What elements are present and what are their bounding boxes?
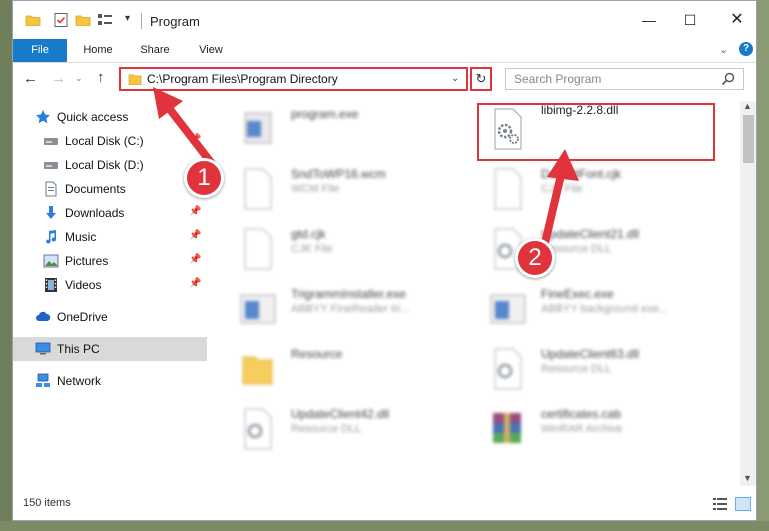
callout-badge-1: 1 (184, 158, 224, 198)
desktop-background-left (0, 0, 12, 531)
callout-arrowhead-2 (547, 149, 579, 181)
file-explorer-window: ▾ Program — ☐ ✕ File Home Share View ⌄ ?… (12, 0, 757, 521)
desktop-background-bottom (0, 521, 769, 531)
callout-badge-2: 2 (515, 238, 555, 278)
callout-arrows (153, 87, 579, 247)
desktop-background-right (757, 0, 769, 531)
callout-arrow-2 (541, 171, 565, 247)
callout-arrow-1 (161, 99, 217, 169)
